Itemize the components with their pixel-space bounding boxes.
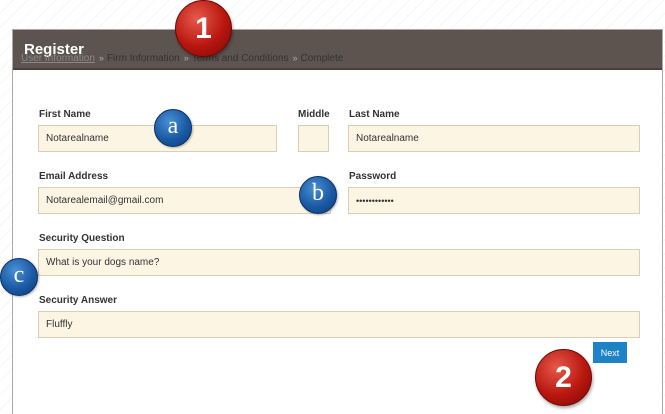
panel-header: Register [13, 30, 662, 70]
step-2-marker: 2 [535, 349, 592, 406]
security-answer-field[interactable]: Fluffly [38, 311, 640, 338]
callout-a-marker: a [154, 109, 192, 147]
first-name-label: First Name [39, 109, 91, 120]
security-question-field[interactable]: What is your dogs name? [38, 249, 640, 276]
last-name-label: Last Name [349, 109, 400, 120]
breadcrumb-separator: » [292, 53, 298, 63]
breadcrumb-separator: » [98, 53, 104, 63]
breadcrumb-separator: » [183, 53, 189, 63]
breadcrumb-complete: Complete [300, 53, 344, 64]
last-name-field[interactable]: Notarealname [348, 125, 640, 152]
next-button[interactable]: Next [593, 342, 627, 363]
callout-b-marker: b [299, 176, 337, 214]
security-question-label: Security Question [39, 233, 125, 244]
password-label: Password [349, 171, 397, 182]
email-field[interactable]: Notarealemail@gmail.com [38, 187, 331, 214]
middle-name-label: Middle [298, 109, 330, 120]
middle-name-field[interactable] [298, 125, 329, 152]
breadcrumb-user-information[interactable]: User Information [21, 53, 95, 64]
security-answer-label: Security Answer [39, 295, 117, 306]
breadcrumb-firm-information: Firm Information [106, 53, 180, 64]
email-label: Email Address [39, 171, 109, 182]
password-field[interactable]: •••••••••••• [348, 187, 640, 214]
breadcrumb: User Information» Firm Information» Terms … [21, 53, 343, 64]
step-1-marker: 1 [175, 0, 232, 57]
callout-c-marker: c [0, 258, 38, 296]
